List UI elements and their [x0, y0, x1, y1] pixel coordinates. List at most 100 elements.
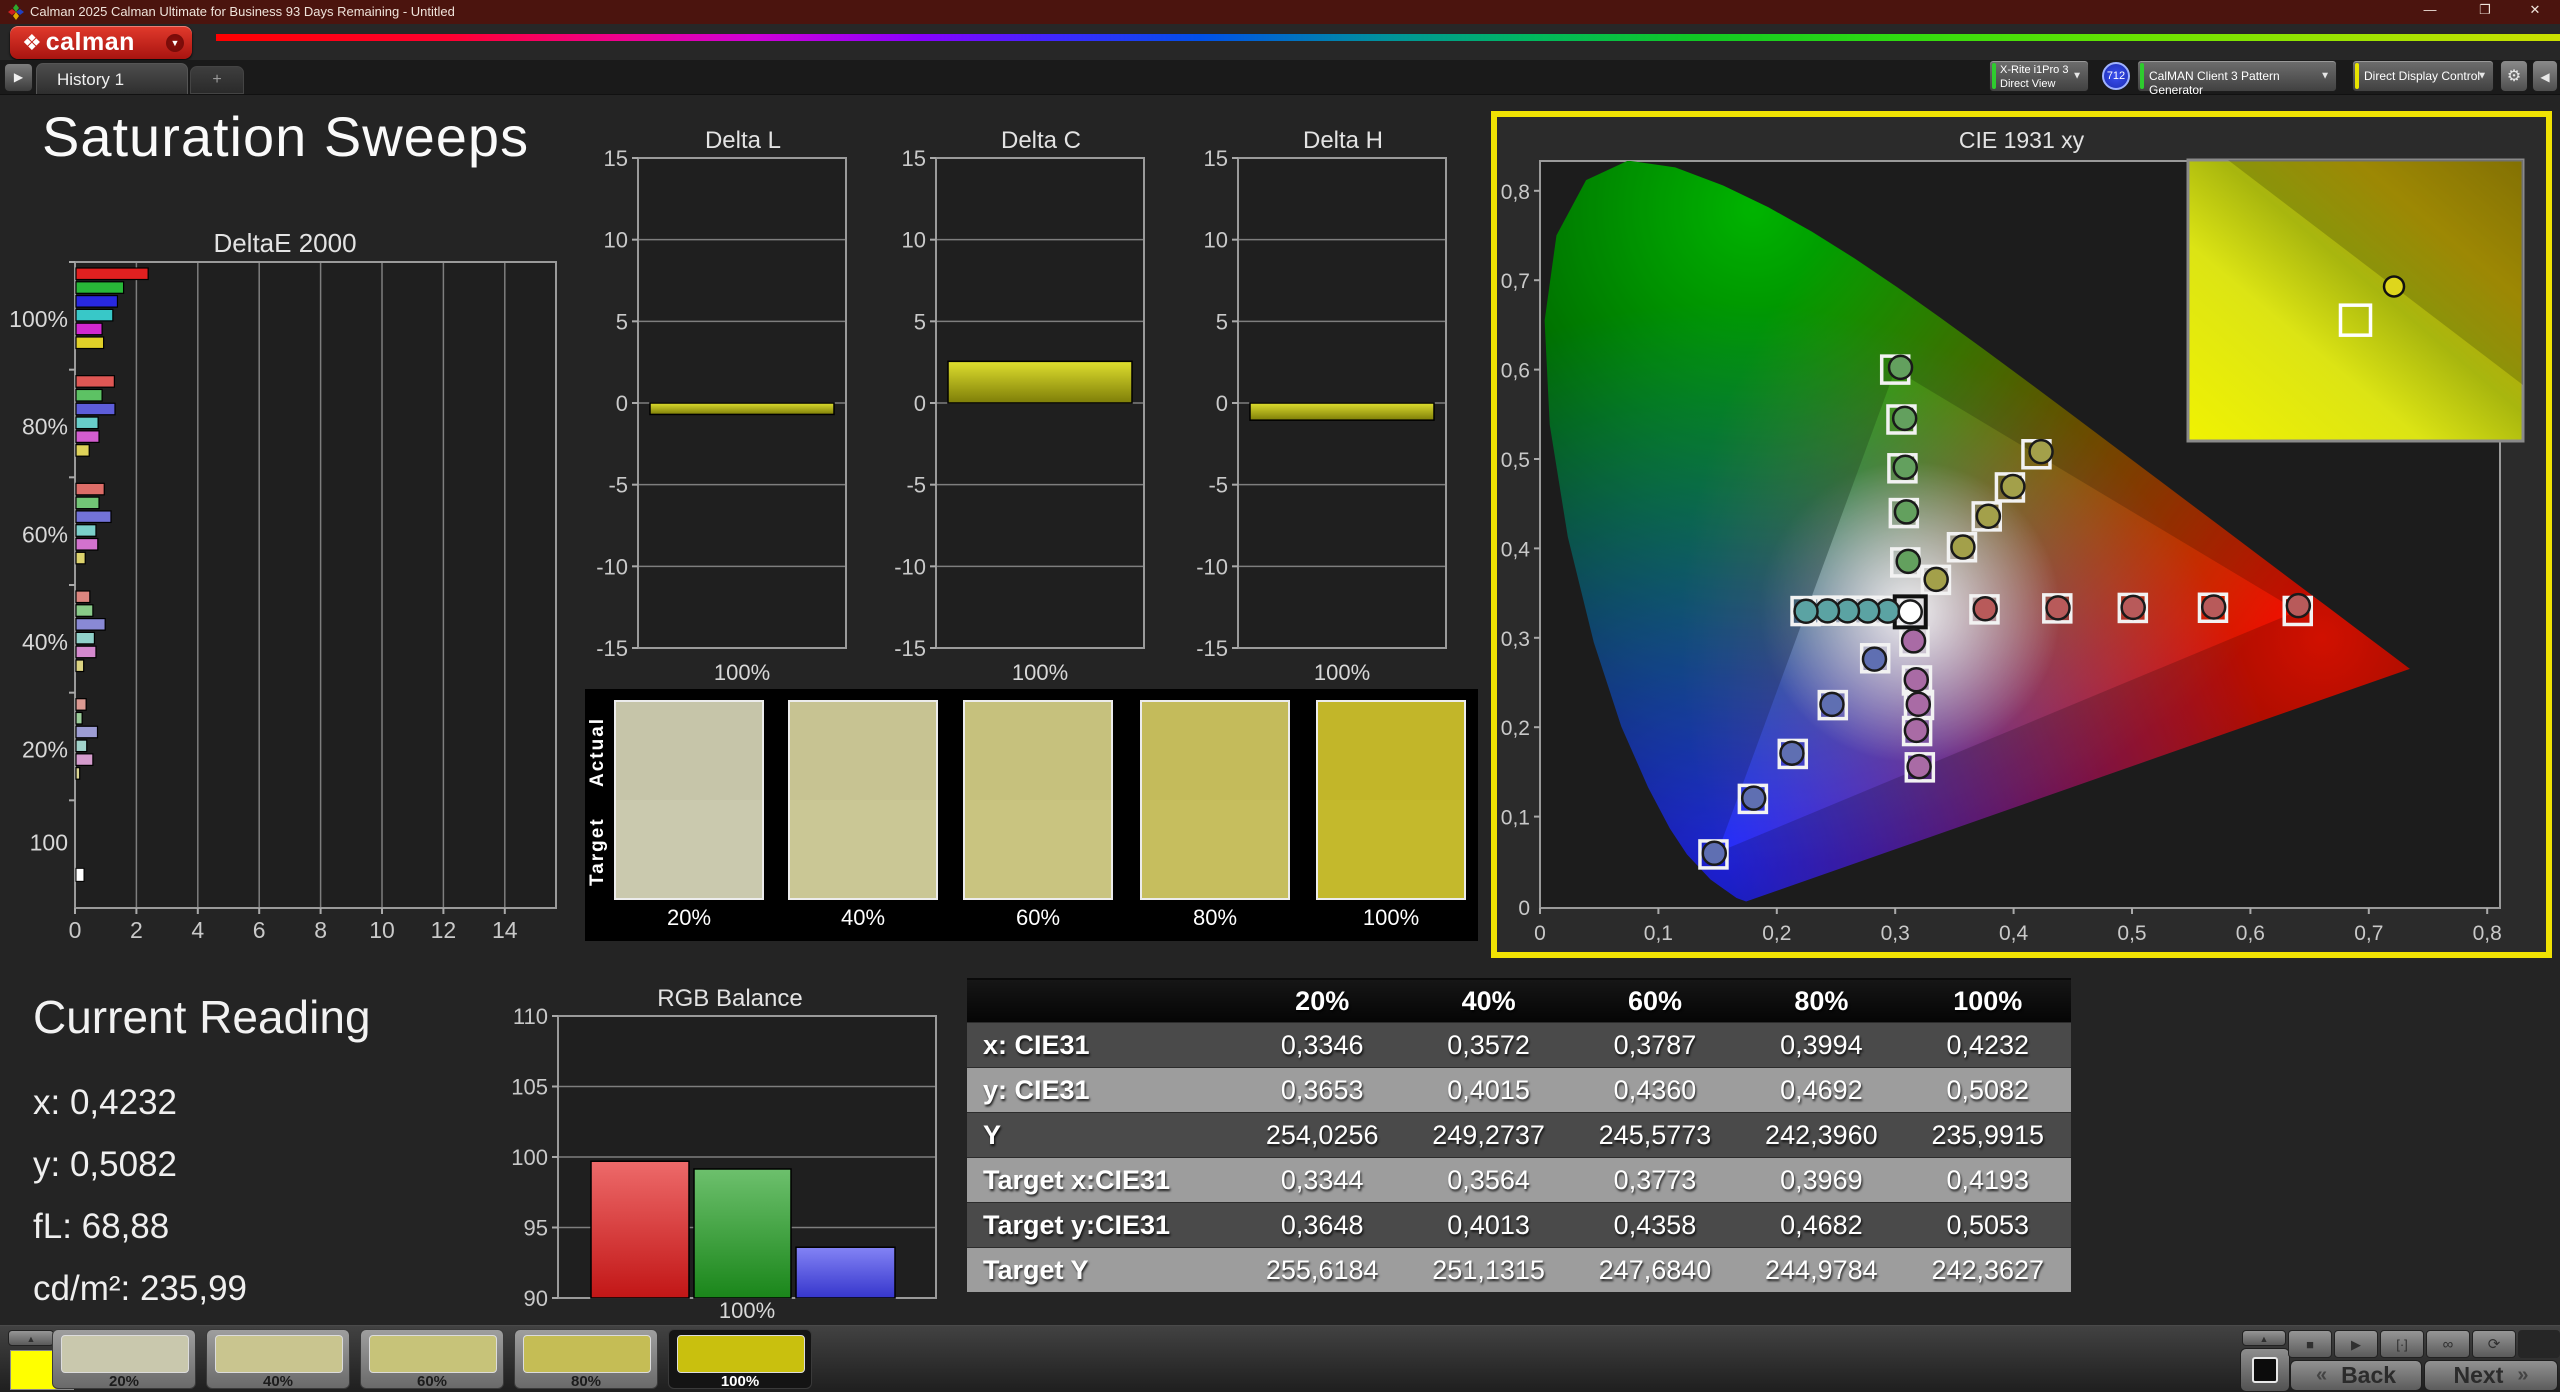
patch-button-40%[interactable]: 40%	[206, 1329, 350, 1390]
patch-button-80%[interactable]: 80%	[514, 1329, 658, 1390]
restore-icon[interactable]: ❐	[2465, 2, 2505, 18]
bar	[1249, 402, 1435, 421]
stop-square-icon	[2252, 1357, 2278, 1383]
tick-label: 100	[511, 1145, 548, 1170]
tick-label: 14	[492, 917, 518, 943]
meter-count-badge[interactable]: 712	[2102, 62, 2130, 90]
pattern-window-icon[interactable]: [·]	[2380, 1330, 2424, 1358]
tick-label: 10	[369, 917, 395, 943]
row-label: x: CIE31	[983, 1029, 1090, 1060]
deltae2000-chart: DeltaE 2000 0 2 4 6 8 10 12 14 100% 80% 60% 40% 20% 10…	[0, 232, 565, 947]
calman-logo-menu[interactable]: ❖ calman ▼	[10, 26, 192, 59]
cell-value: 255,6184	[1265, 1254, 1379, 1285]
expand-swatches-icon[interactable]: ▲	[8, 1330, 54, 1346]
table-header-row: 20% 40% 60% 80% 100%	[967, 980, 2071, 1022]
bar-green	[693, 1168, 792, 1299]
tick-label: 15	[604, 146, 628, 171]
bar	[947, 360, 1133, 404]
actual-swatch	[616, 702, 762, 800]
add-tab-button[interactable]: +	[190, 66, 244, 94]
bar	[75, 767, 81, 780]
meter-dropdown[interactable]: X-Rite i1Pro 3 Direct View ▼	[1989, 60, 2089, 92]
tick-label: 0,6	[2236, 922, 2265, 945]
table-row: x: CIE31 0,3346 0,3572 0,3787 0,3994 0,4232	[967, 1022, 2071, 1067]
cie-measured-marker	[2120, 594, 2146, 621]
tick-label: -10	[1196, 554, 1228, 579]
cell-value: 235,9915	[1931, 1119, 2045, 1150]
continuous-loop-icon[interactable]: ∞	[2426, 1330, 2470, 1358]
tick-label: 0,6	[1501, 360, 1530, 383]
cell-value: 0,3969	[1780, 1164, 1863, 1195]
cell-value: 0,4360	[1613, 1074, 1697, 1105]
target-swatch	[790, 800, 936, 898]
window-titlebar: Calman 2025 Calman Ultimate for Business…	[0, 0, 2560, 24]
settings-gear-icon[interactable]: ⚙	[2500, 60, 2528, 92]
logo-chevron-down-icon[interactable]: ▼	[166, 34, 184, 52]
actual-target-swatch-panel: Actual Target 20% 40% 60% 80% 100%	[585, 689, 1478, 941]
patch-button-100%[interactable]: 100%	[668, 1329, 812, 1390]
table-row: y: CIE31 0,3653 0,4015 0,4360 0,4692 0,5082	[967, 1067, 2071, 1112]
table-row: Target Y 255,6184 251,1315 247,6840 244,9784…	[967, 1247, 2071, 1292]
patch-button-20%[interactable]: 20%	[52, 1329, 196, 1390]
bar	[75, 430, 100, 443]
refresh-icon[interactable]: ⟳	[2472, 1330, 2516, 1358]
cell-value: 0,3773	[1613, 1164, 1697, 1195]
bar	[75, 375, 115, 388]
tick-label: 100%	[1012, 660, 1068, 685]
tick-label: 0,8	[1501, 181, 1530, 204]
tab-scroll-icon[interactable]: ▶	[4, 63, 33, 92]
cell-value: 0,5053	[1946, 1209, 2030, 1240]
back-button[interactable]: « Back	[2290, 1360, 2422, 1391]
tab-history-1[interactable]: History 1	[36, 63, 188, 94]
tick-label: 0,1	[1501, 807, 1530, 830]
cell-value: 254,0256	[1265, 1119, 1379, 1150]
tick-label: 5	[914, 309, 926, 334]
reading-value: cd/m²: 235,99	[33, 1269, 247, 1308]
next-chevron-icon: »	[2517, 1364, 2529, 1386]
pattern-generator-dropdown[interactable]: CalMAN Client 3 Pattern Generator ▼	[2137, 60, 2337, 97]
tick-label: 60%	[22, 521, 68, 547]
cie-measured-marker	[2045, 595, 2071, 621]
back-chevron-icon: «	[2315, 1364, 2328, 1386]
patch-color-chip	[677, 1335, 805, 1373]
cie-measured-marker	[1903, 717, 1930, 744]
column-header: 60%	[1627, 985, 1682, 1016]
tick-label: -15	[596, 636, 628, 661]
cell-value: 0,4015	[1447, 1074, 1530, 1105]
cell-value: 0,3787	[1613, 1029, 1697, 1060]
bar	[75, 867, 85, 882]
delta-h-chart: Delta H 15 10 5 0 -5 -10 -15 100%	[1188, 128, 1458, 688]
patch-color-chip	[369, 1335, 497, 1373]
display-control-dropdown[interactable]: Direct Display Control ▼	[2352, 60, 2494, 92]
tick-label: 10	[604, 228, 628, 253]
tick-label: 10	[1204, 228, 1228, 253]
patch-button-60%[interactable]: 60%	[360, 1329, 504, 1390]
cie-measured-marker	[1893, 499, 1920, 525]
tick-label: 0,2	[1762, 922, 1791, 945]
cie-measured-marker	[1887, 354, 1914, 381]
stop-measure-button[interactable]	[2240, 1348, 2290, 1392]
close-icon[interactable]: ✕	[2515, 2, 2555, 18]
column-header: 100%	[1953, 985, 2023, 1016]
reading-value: y: 0,5082	[33, 1145, 177, 1184]
expand-transport-icon[interactable]: ▲	[2242, 1330, 2286, 1346]
actual-swatch	[965, 702, 1111, 800]
column-header: 80%	[1794, 985, 1849, 1016]
patch-color-chip	[215, 1335, 343, 1373]
minimize-icon[interactable]: —	[2410, 2, 2450, 17]
tick-label: DeltaE 2000	[213, 232, 356, 258]
cell-value: 0,3572	[1447, 1029, 1530, 1060]
stop-icon[interactable]: ■	[2288, 1330, 2332, 1358]
play-icon[interactable]: ▶	[2334, 1330, 2378, 1358]
bar	[75, 551, 86, 565]
swatch-compare-40%	[788, 700, 938, 900]
cie-measured-marker	[2200, 594, 2227, 620]
next-button[interactable]: Next »	[2424, 1360, 2558, 1391]
cie-measured-marker	[1972, 595, 1998, 622]
cie-measured-marker	[1950, 534, 1976, 560]
cie-1931-panel[interactable]: CIE 1931 xy 0 0,1 0,2 0,3 0,4 0,5 0,6 0,7 0,8 0 0,…	[1491, 111, 2552, 958]
next-label: Next	[2453, 1362, 2504, 1388]
meter-name: X-Rite i1Pro 3	[2000, 64, 2069, 76]
collapse-panel-icon[interactable]: ◀	[2532, 60, 2558, 92]
tick-label: 80%	[22, 414, 68, 440]
